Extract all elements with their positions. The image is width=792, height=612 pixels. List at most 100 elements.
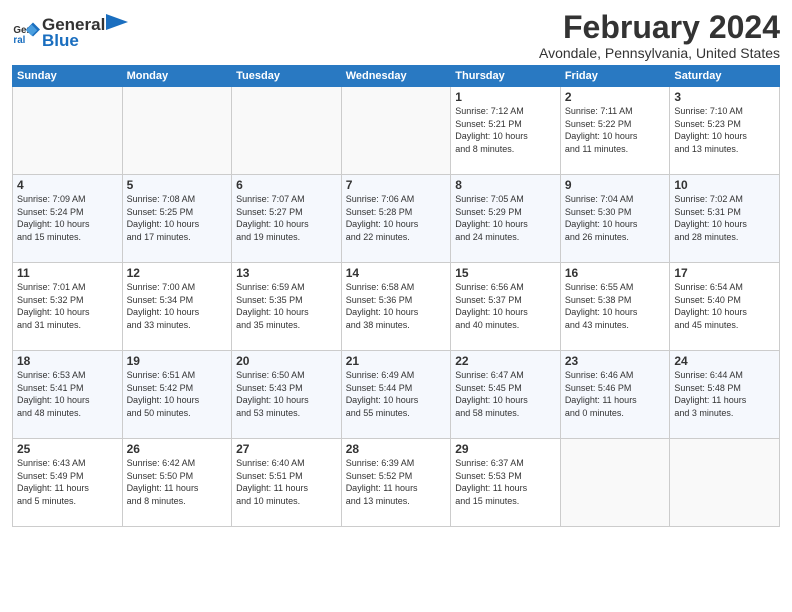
day-number: 13 bbox=[236, 266, 337, 280]
day-number: 3 bbox=[674, 90, 775, 104]
day-cell: 2Sunrise: 7:11 AM Sunset: 5:22 PM Daylig… bbox=[560, 87, 670, 175]
day-number: 28 bbox=[346, 442, 447, 456]
day-info: Sunrise: 7:11 AM Sunset: 5:22 PM Dayligh… bbox=[565, 105, 666, 155]
day-info: Sunrise: 6:55 AM Sunset: 5:38 PM Dayligh… bbox=[565, 281, 666, 331]
calendar-container: Gene ral General Blue February 2024 Avon… bbox=[0, 0, 792, 535]
day-number: 25 bbox=[17, 442, 118, 456]
col-header-sunday: Sunday bbox=[13, 66, 123, 87]
logo-flag-icon bbox=[106, 14, 128, 30]
day-number: 6 bbox=[236, 178, 337, 192]
day-cell bbox=[13, 87, 123, 175]
day-cell: 12Sunrise: 7:00 AM Sunset: 5:34 PM Dayli… bbox=[122, 263, 232, 351]
day-info: Sunrise: 6:40 AM Sunset: 5:51 PM Dayligh… bbox=[236, 457, 337, 507]
day-cell bbox=[122, 87, 232, 175]
day-cell: 6Sunrise: 7:07 AM Sunset: 5:27 PM Daylig… bbox=[232, 175, 342, 263]
day-info: Sunrise: 6:42 AM Sunset: 5:50 PM Dayligh… bbox=[127, 457, 228, 507]
day-info: Sunrise: 6:39 AM Sunset: 5:52 PM Dayligh… bbox=[346, 457, 447, 507]
week-row-1: 1Sunrise: 7:12 AM Sunset: 5:21 PM Daylig… bbox=[13, 87, 780, 175]
week-row-5: 25Sunrise: 6:43 AM Sunset: 5:49 PM Dayli… bbox=[13, 439, 780, 527]
day-number: 15 bbox=[455, 266, 556, 280]
col-header-saturday: Saturday bbox=[670, 66, 780, 87]
day-number: 18 bbox=[17, 354, 118, 368]
day-number: 27 bbox=[236, 442, 337, 456]
day-cell: 3Sunrise: 7:10 AM Sunset: 5:23 PM Daylig… bbox=[670, 87, 780, 175]
day-cell: 26Sunrise: 6:42 AM Sunset: 5:50 PM Dayli… bbox=[122, 439, 232, 527]
day-cell: 1Sunrise: 7:12 AM Sunset: 5:21 PM Daylig… bbox=[451, 87, 561, 175]
day-info: Sunrise: 6:46 AM Sunset: 5:46 PM Dayligh… bbox=[565, 369, 666, 419]
day-number: 12 bbox=[127, 266, 228, 280]
col-header-friday: Friday bbox=[560, 66, 670, 87]
day-number: 17 bbox=[674, 266, 775, 280]
header: Gene ral General Blue February 2024 Avon… bbox=[12, 10, 780, 61]
svg-text:ral: ral bbox=[13, 34, 25, 45]
day-cell: 20Sunrise: 6:50 AM Sunset: 5:43 PM Dayli… bbox=[232, 351, 342, 439]
day-cell: 19Sunrise: 6:51 AM Sunset: 5:42 PM Dayli… bbox=[122, 351, 232, 439]
day-number: 8 bbox=[455, 178, 556, 192]
week-row-4: 18Sunrise: 6:53 AM Sunset: 5:41 PM Dayli… bbox=[13, 351, 780, 439]
day-info: Sunrise: 6:43 AM Sunset: 5:49 PM Dayligh… bbox=[17, 457, 118, 507]
day-info: Sunrise: 7:06 AM Sunset: 5:28 PM Dayligh… bbox=[346, 193, 447, 243]
day-cell: 25Sunrise: 6:43 AM Sunset: 5:49 PM Dayli… bbox=[13, 439, 123, 527]
calendar-table: SundayMondayTuesdayWednesdayThursdayFrid… bbox=[12, 65, 780, 527]
day-info: Sunrise: 7:10 AM Sunset: 5:23 PM Dayligh… bbox=[674, 105, 775, 155]
day-cell: 8Sunrise: 7:05 AM Sunset: 5:29 PM Daylig… bbox=[451, 175, 561, 263]
day-cell: 28Sunrise: 6:39 AM Sunset: 5:52 PM Dayli… bbox=[341, 439, 451, 527]
day-number: 7 bbox=[346, 178, 447, 192]
day-cell: 17Sunrise: 6:54 AM Sunset: 5:40 PM Dayli… bbox=[670, 263, 780, 351]
day-cell: 9Sunrise: 7:04 AM Sunset: 5:30 PM Daylig… bbox=[560, 175, 670, 263]
location: Avondale, Pennsylvania, United States bbox=[539, 45, 780, 61]
logo-icon: Gene ral bbox=[12, 19, 40, 47]
month-title: February 2024 bbox=[539, 10, 780, 45]
col-header-monday: Monday bbox=[122, 66, 232, 87]
title-block: February 2024 Avondale, Pennsylvania, Un… bbox=[539, 10, 780, 61]
day-cell: 13Sunrise: 6:59 AM Sunset: 5:35 PM Dayli… bbox=[232, 263, 342, 351]
day-info: Sunrise: 7:00 AM Sunset: 5:34 PM Dayligh… bbox=[127, 281, 228, 331]
day-number: 22 bbox=[455, 354, 556, 368]
day-number: 21 bbox=[346, 354, 447, 368]
day-info: Sunrise: 6:44 AM Sunset: 5:48 PM Dayligh… bbox=[674, 369, 775, 419]
day-number: 10 bbox=[674, 178, 775, 192]
day-info: Sunrise: 7:09 AM Sunset: 5:24 PM Dayligh… bbox=[17, 193, 118, 243]
day-cell: 23Sunrise: 6:46 AM Sunset: 5:46 PM Dayli… bbox=[560, 351, 670, 439]
day-number: 9 bbox=[565, 178, 666, 192]
day-cell: 21Sunrise: 6:49 AM Sunset: 5:44 PM Dayli… bbox=[341, 351, 451, 439]
day-cell bbox=[341, 87, 451, 175]
day-info: Sunrise: 7:04 AM Sunset: 5:30 PM Dayligh… bbox=[565, 193, 666, 243]
day-info: Sunrise: 6:51 AM Sunset: 5:42 PM Dayligh… bbox=[127, 369, 228, 419]
day-info: Sunrise: 6:49 AM Sunset: 5:44 PM Dayligh… bbox=[346, 369, 447, 419]
day-cell: 10Sunrise: 7:02 AM Sunset: 5:31 PM Dayli… bbox=[670, 175, 780, 263]
day-cell: 16Sunrise: 6:55 AM Sunset: 5:38 PM Dayli… bbox=[560, 263, 670, 351]
day-info: Sunrise: 7:07 AM Sunset: 5:27 PM Dayligh… bbox=[236, 193, 337, 243]
day-info: Sunrise: 6:59 AM Sunset: 5:35 PM Dayligh… bbox=[236, 281, 337, 331]
day-cell bbox=[232, 87, 342, 175]
day-info: Sunrise: 6:58 AM Sunset: 5:36 PM Dayligh… bbox=[346, 281, 447, 331]
day-cell: 27Sunrise: 6:40 AM Sunset: 5:51 PM Dayli… bbox=[232, 439, 342, 527]
day-info: Sunrise: 6:54 AM Sunset: 5:40 PM Dayligh… bbox=[674, 281, 775, 331]
day-info: Sunrise: 6:53 AM Sunset: 5:41 PM Dayligh… bbox=[17, 369, 118, 419]
day-number: 16 bbox=[565, 266, 666, 280]
logo: Gene ral General Blue bbox=[12, 14, 129, 51]
day-cell: 29Sunrise: 6:37 AM Sunset: 5:53 PM Dayli… bbox=[451, 439, 561, 527]
day-number: 1 bbox=[455, 90, 556, 104]
col-header-wednesday: Wednesday bbox=[341, 66, 451, 87]
day-number: 23 bbox=[565, 354, 666, 368]
day-number: 20 bbox=[236, 354, 337, 368]
day-info: Sunrise: 7:02 AM Sunset: 5:31 PM Dayligh… bbox=[674, 193, 775, 243]
day-info: Sunrise: 6:50 AM Sunset: 5:43 PM Dayligh… bbox=[236, 369, 337, 419]
day-cell: 22Sunrise: 6:47 AM Sunset: 5:45 PM Dayli… bbox=[451, 351, 561, 439]
day-number: 14 bbox=[346, 266, 447, 280]
col-header-thursday: Thursday bbox=[451, 66, 561, 87]
day-number: 4 bbox=[17, 178, 118, 192]
day-cell bbox=[670, 439, 780, 527]
day-cell: 14Sunrise: 6:58 AM Sunset: 5:36 PM Dayli… bbox=[341, 263, 451, 351]
week-row-3: 11Sunrise: 7:01 AM Sunset: 5:32 PM Dayli… bbox=[13, 263, 780, 351]
day-info: Sunrise: 6:47 AM Sunset: 5:45 PM Dayligh… bbox=[455, 369, 556, 419]
day-cell: 11Sunrise: 7:01 AM Sunset: 5:32 PM Dayli… bbox=[13, 263, 123, 351]
day-number: 2 bbox=[565, 90, 666, 104]
day-number: 24 bbox=[674, 354, 775, 368]
day-info: Sunrise: 7:12 AM Sunset: 5:21 PM Dayligh… bbox=[455, 105, 556, 155]
day-info: Sunrise: 7:08 AM Sunset: 5:25 PM Dayligh… bbox=[127, 193, 228, 243]
col-header-tuesday: Tuesday bbox=[232, 66, 342, 87]
day-cell: 7Sunrise: 7:06 AM Sunset: 5:28 PM Daylig… bbox=[341, 175, 451, 263]
day-number: 5 bbox=[127, 178, 228, 192]
